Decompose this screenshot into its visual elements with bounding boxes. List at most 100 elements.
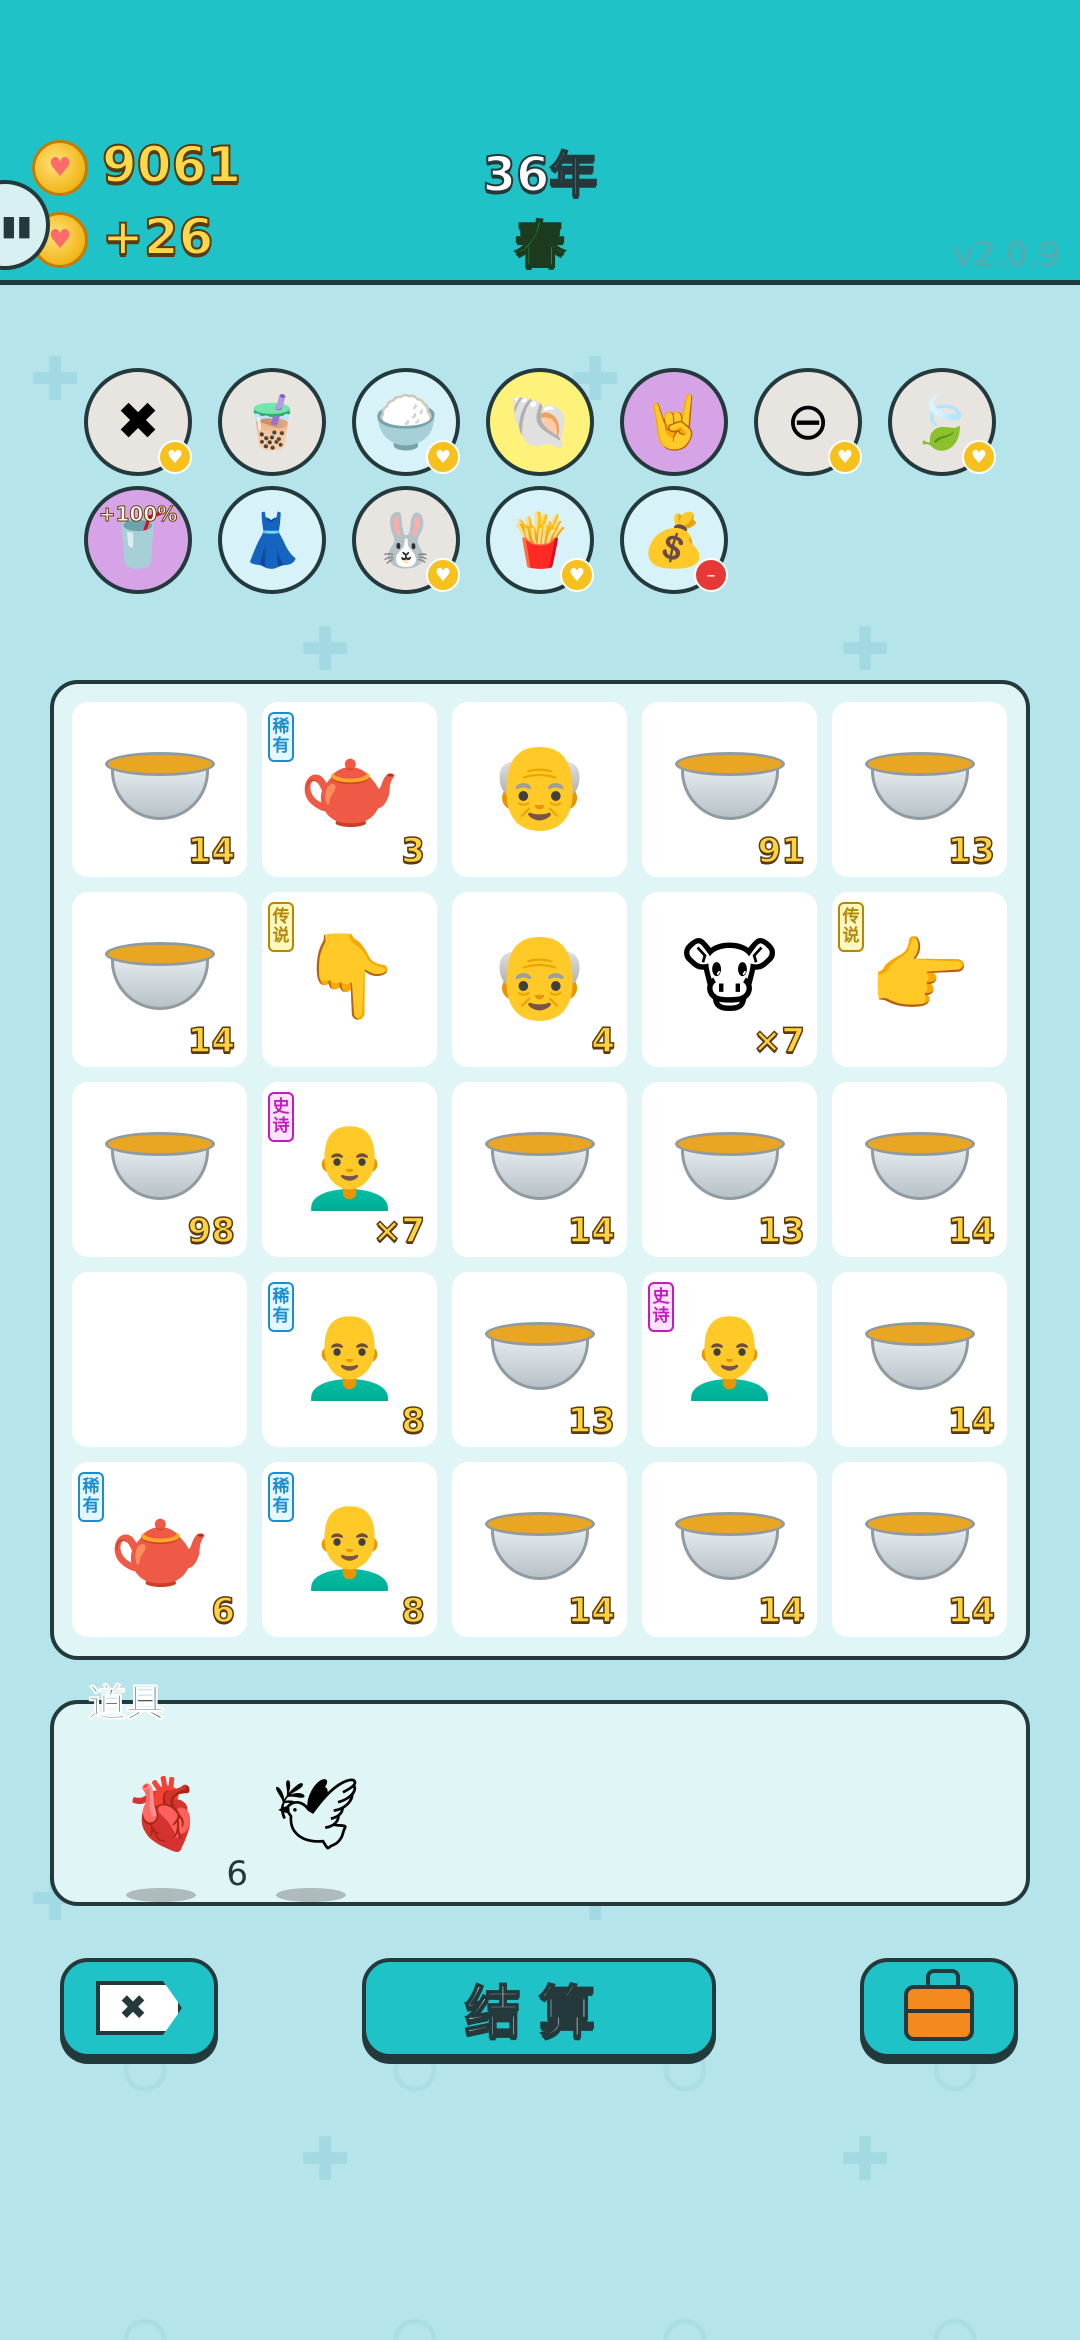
grid-cell[interactable]: 13 [832, 702, 1007, 877]
cell-count: 13 [947, 830, 996, 872]
rarity-tag: 稀有 [268, 1282, 294, 1332]
cell-count: 91 [757, 830, 806, 872]
rarity-tag: 传说 [838, 902, 864, 952]
grid-cell[interactable]: 14 [832, 1462, 1007, 1637]
cell-count: 3 [401, 830, 426, 872]
cell-count: 14 [947, 1210, 996, 1252]
item-slot[interactable]: 🕊 [266, 1754, 366, 1902]
grid-cell[interactable]: 👇 传说 [262, 892, 437, 1067]
bowl-icon [452, 1302, 627, 1412]
discard-tag-icon: ✖ [96, 1981, 182, 2035]
cell-count: ×7 [752, 1020, 806, 1062]
buff-0[interactable]: ✖ ♥ [84, 368, 192, 476]
grid-cell[interactable]: 👨‍🦲 稀有 8 [262, 1272, 437, 1447]
rarity-tag: 史诗 [268, 1092, 294, 1142]
minus-circle-icon: ⊖ [786, 392, 830, 452]
coin-badge-icon: ♥ [426, 440, 460, 474]
buff-2[interactable]: 🍚 ♥ [352, 368, 460, 476]
grid-cell[interactable] [72, 1272, 247, 1447]
buff-7[interactable]: 🥤 +100% [84, 486, 192, 594]
skirt-icon: 👗 [239, 510, 305, 571]
grid-cell[interactable]: 14 [642, 1462, 817, 1637]
bowl-icon [832, 1492, 1007, 1602]
items-panel: 🫀 6 🕊 [50, 1700, 1030, 1906]
item-shadow [126, 1888, 196, 1902]
grid-cell[interactable]: 👴 [452, 702, 627, 877]
rarity-tag: 史诗 [648, 1282, 674, 1332]
cell-count: ×7 [372, 1210, 426, 1252]
version-label: v2.0.9 [953, 235, 1060, 275]
items-panel-title: 道具 [87, 1681, 165, 1726]
cell-count: 8 [401, 1590, 426, 1632]
grid-cell[interactable]: 13 [642, 1082, 817, 1257]
rice-bowl-icon: 🍚 [373, 392, 439, 453]
buff-6[interactable]: 🍃 ♥ [888, 368, 996, 476]
grid-cell[interactable]: 14 [832, 1272, 1007, 1447]
buff-9[interactable]: 🐰 ♥ [352, 486, 460, 594]
cell-count: 8 [401, 1400, 426, 1442]
grid-cell[interactable]: 14 [832, 1082, 1007, 1257]
cell-count: 98 [187, 1210, 236, 1252]
liver-item-icon: 🫀 [122, 1772, 210, 1855]
bowl-icon [72, 732, 247, 842]
old-man-face-icon: 👴 [488, 739, 591, 834]
discard-button[interactable]: ✖ [60, 1958, 218, 2058]
cell-count: 14 [187, 830, 236, 872]
grid-cell[interactable]: 👴 4 [452, 892, 627, 1067]
fries-icon: 🍟 [507, 510, 573, 571]
cell-count: 14 [567, 1590, 616, 1632]
grid-cell[interactable]: 91 [642, 702, 817, 877]
old-man-face-icon: 👴 [488, 929, 591, 1024]
coin-badge-icon: ♥ [962, 440, 996, 474]
sack-icon: 💰 [641, 510, 707, 571]
grid-cell[interactable]: 🐮 ×7 [642, 892, 817, 1067]
grid-cell[interactable]: 14 [72, 702, 247, 877]
bowl-icon [642, 1112, 817, 1222]
rock-hand-icon: 🤘 [641, 392, 707, 453]
grid-cell[interactable]: 🫖 稀有 6 [72, 1462, 247, 1637]
bowl-icon [72, 922, 247, 1032]
grid-cell[interactable]: 14 [72, 892, 247, 1067]
grid-cell[interactable]: 13 [452, 1272, 627, 1447]
grid-cell[interactable]: 👉 传说 [832, 892, 1007, 1067]
inventory-button[interactable] [860, 1958, 1018, 2058]
cell-count: 14 [187, 1020, 236, 1062]
bowl-icon [642, 732, 817, 842]
buff-1[interactable]: 🧋 [218, 368, 326, 476]
grid-cell[interactable]: 14 [452, 1462, 627, 1637]
cell-count: 14 [947, 1400, 996, 1442]
buff-10[interactable]: 🍟 ♥ [486, 486, 594, 594]
grid-cell[interactable]: 👨‍🦲 史诗 ×7 [262, 1082, 437, 1257]
buff-4[interactable]: 🤘 [620, 368, 728, 476]
rarity-tag: 稀有 [78, 1472, 104, 1522]
buff-3[interactable]: 🐚 [486, 368, 594, 476]
grid-cell[interactable]: 🫖 稀有 3 [262, 702, 437, 877]
bowl-icon [642, 1492, 817, 1602]
plus-decoration-icon: ✚ [300, 2125, 351, 2195]
cell-count: 13 [757, 1210, 806, 1252]
coin-badge-icon: ♥ [158, 440, 192, 474]
grid-cell[interactable]: 👨‍🦲 稀有 8 [262, 1462, 437, 1637]
grid-cell[interactable]: 14 [452, 1082, 627, 1257]
bowl-icon [832, 1302, 1007, 1412]
leaf-icon: 🍃 [909, 392, 975, 453]
grid-cell[interactable]: 98 [72, 1082, 247, 1257]
grid-cell[interactable]: 👨‍🦲 史诗 [642, 1272, 817, 1447]
coin-badge-icon: ♥ [828, 440, 862, 474]
rarity-tag: 传说 [268, 902, 294, 952]
item-count: 6 [226, 1854, 248, 1894]
rarity-tag: 稀有 [268, 712, 294, 762]
cell-count: 13 [567, 1400, 616, 1442]
plus-decoration-icon: ✚ [840, 2125, 891, 2195]
item-slot[interactable]: 🫀 6 [116, 1754, 248, 1902]
bowl-icon [832, 732, 1007, 842]
buff-8[interactable]: 👗 [218, 486, 326, 594]
buff-11[interactable]: 💰 – [620, 486, 728, 594]
settle-button[interactable]: 结算 [362, 1958, 716, 2058]
rabbit-icon: 🐰 [373, 510, 439, 571]
slot-grid: 14 🫖 稀有 3 👴 91 13 14 👇 传说 👴 4 🐮 ×7 👉 传说 98 👨‍🦲 史诗 ×7 14 13 14 👨… [50, 680, 1030, 1660]
remove-badge-icon: – [694, 558, 728, 592]
buff-5[interactable]: ⊖ ♥ [754, 368, 862, 476]
season-label: 春 [514, 215, 566, 275]
item-shadow [276, 1888, 346, 1902]
